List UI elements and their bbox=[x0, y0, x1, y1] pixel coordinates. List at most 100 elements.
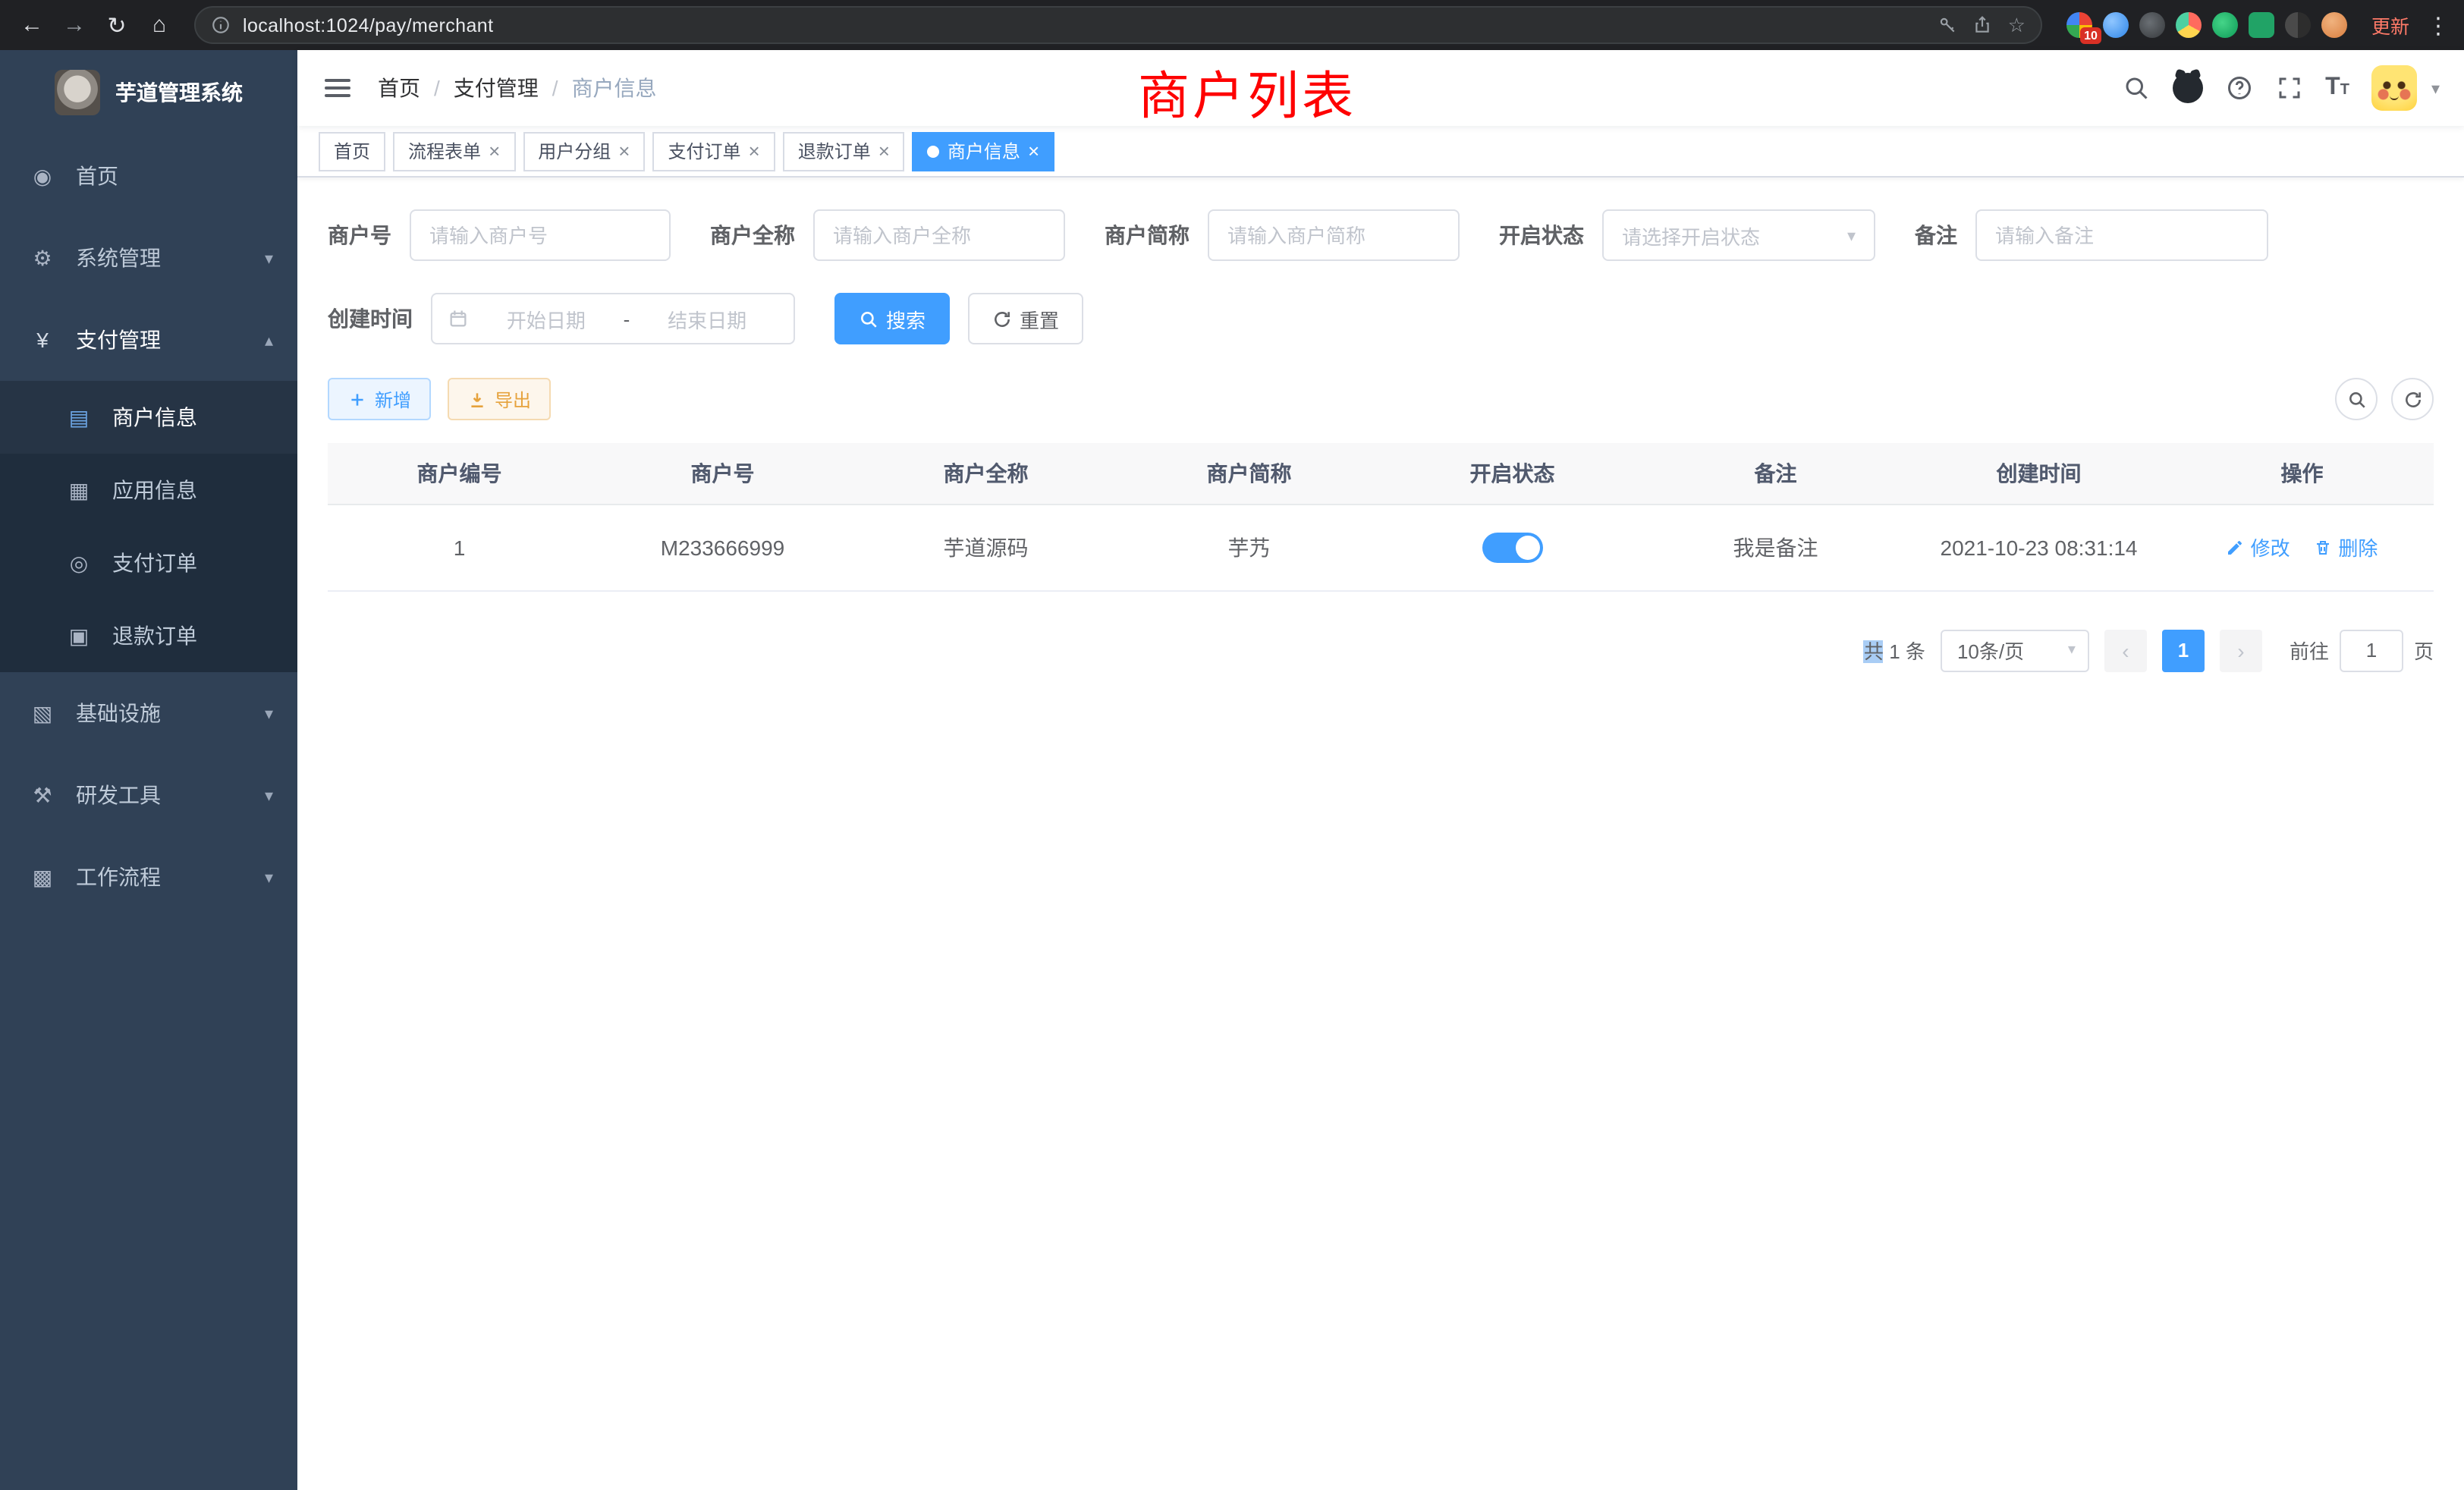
bookmark-star-icon[interactable]: ☆ bbox=[2008, 15, 2026, 35]
reset-button[interactable]: 重置 bbox=[968, 293, 1083, 344]
field-merchant-full-name: 商户全称 bbox=[710, 209, 1065, 261]
extension-icon-7[interactable] bbox=[2285, 12, 2311, 38]
share-icon[interactable] bbox=[1973, 15, 1993, 35]
cell-remark: 我是备注 bbox=[1644, 504, 1907, 590]
page-size-select[interactable]: 10条/页 ▾ bbox=[1941, 629, 2089, 671]
extension-icon-4[interactable] bbox=[2176, 12, 2202, 38]
status-switch[interactable] bbox=[1482, 532, 1543, 562]
browser-back-icon[interactable]: ← bbox=[12, 5, 52, 45]
sidebar-group-infra[interactable]: ▧ 基础设施 ▾ bbox=[0, 672, 297, 754]
toggle-search-button[interactable] bbox=[2335, 378, 2378, 420]
refresh-icon bbox=[992, 309, 1012, 328]
merchant-card-icon: ▤ bbox=[67, 404, 91, 430]
address-bar[interactable]: localhost:1024/pay/merchant ☆ bbox=[194, 6, 2042, 44]
tab-close-icon[interactable]: × bbox=[1028, 141, 1039, 161]
sidebar-item-home[interactable]: ◉ 首页 bbox=[0, 135, 297, 217]
browser-forward-icon[interactable]: → bbox=[55, 5, 94, 45]
tab-process-form[interactable]: 流程表单 × bbox=[393, 131, 515, 171]
end-date-placeholder[interactable]: 结束日期 bbox=[636, 304, 778, 333]
header-full-name: 商户全称 bbox=[854, 443, 1117, 504]
status-select[interactable]: 请选择开启状态 ▾ bbox=[1602, 209, 1875, 261]
tab-home[interactable]: 首页 bbox=[319, 131, 385, 171]
page-number-button[interactable]: 1 bbox=[2162, 629, 2205, 671]
extension-badge: 10 bbox=[2080, 27, 2101, 44]
extension-icon-5[interactable] bbox=[2212, 12, 2238, 38]
tab-pay-order[interactable]: 支付订单 × bbox=[652, 131, 775, 171]
sidebar-item-merchant-info[interactable]: ▤ 商户信息 bbox=[0, 381, 297, 454]
goto-suffix: 页 bbox=[2414, 636, 2434, 665]
tab-close-icon[interactable]: × bbox=[618, 141, 630, 161]
header-short-name: 商户简称 bbox=[1117, 443, 1381, 504]
cell-create-time: 2021-10-23 08:31:14 bbox=[1907, 504, 2170, 590]
status-label: 开启状态 bbox=[1499, 220, 1584, 250]
password-key-icon[interactable] bbox=[1938, 15, 1958, 35]
prev-page-button[interactable]: ‹ bbox=[2104, 629, 2147, 671]
github-icon[interactable] bbox=[2172, 73, 2202, 103]
breadcrumb-home[interactable]: 首页 bbox=[378, 73, 420, 103]
extension-icon-3[interactable] bbox=[2139, 12, 2165, 38]
hamburger-icon[interactable] bbox=[325, 79, 350, 97]
fullscreen-icon[interactable] bbox=[2275, 74, 2302, 102]
tab-close-icon[interactable]: × bbox=[489, 141, 500, 161]
filter-row-2: 创建时间 开始日期 - 结束日期 搜索 重置 bbox=[328, 293, 2434, 344]
breadcrumb: 首页 / 支付管理 / 商户信息 bbox=[378, 73, 657, 103]
sidebar-group-workflow[interactable]: ▩ 工作流程 ▾ bbox=[0, 836, 297, 918]
remark-input[interactable] bbox=[1975, 209, 2268, 261]
browser-update-button[interactable]: 更新 bbox=[2359, 6, 2422, 44]
field-status: 开启状态 请选择开启状态 ▾ bbox=[1499, 209, 1875, 261]
date-range-separator: - bbox=[624, 307, 630, 330]
sidebar-group-payment[interactable]: ¥ 支付管理 ▴ bbox=[0, 299, 297, 381]
chevron-down-icon: ▾ bbox=[2068, 642, 2076, 659]
tab-refund-order[interactable]: 退款订单 × bbox=[783, 131, 905, 171]
refresh-table-button[interactable] bbox=[2391, 378, 2434, 420]
browser-menu-icon[interactable]: ⋮ bbox=[2425, 11, 2452, 39]
font-size-icon[interactable]: TT bbox=[2325, 76, 2349, 100]
extension-icon-8[interactable] bbox=[2321, 12, 2347, 38]
top-navbar: 首页 / 支付管理 / 商户信息 TT ▾ bbox=[297, 50, 2464, 126]
browser-reload-icon[interactable]: ↻ bbox=[97, 5, 137, 45]
date-range-picker[interactable]: 开始日期 - 结束日期 bbox=[431, 293, 795, 344]
search-icon[interactable] bbox=[2122, 74, 2149, 102]
help-icon[interactable] bbox=[2225, 74, 2252, 102]
sidebar-group-devtools[interactable]: ⚒ 研发工具 ▾ bbox=[0, 754, 297, 836]
goto-page-input[interactable] bbox=[2340, 629, 2403, 671]
edit-link[interactable]: 修改 bbox=[2227, 533, 2290, 561]
app-logo[interactable]: 芋道管理系统 bbox=[0, 50, 297, 135]
merchant-full-name-input[interactable] bbox=[813, 209, 1065, 261]
tab-user-group[interactable]: 用户分组 × bbox=[523, 131, 645, 171]
tab-merchant-info[interactable]: 商户信息 × bbox=[913, 131, 1054, 171]
sidebar-item-refund-order[interactable]: ▣ 退款订单 bbox=[0, 599, 297, 672]
export-button[interactable]: 导出 bbox=[448, 378, 551, 420]
pagination-jump: 前往 页 bbox=[2290, 629, 2434, 671]
delete-link[interactable]: 删除 bbox=[2314, 533, 2378, 561]
pagination: 共 1 条 10条/页 ▾ ‹ 1 › 前往 页 bbox=[328, 629, 2434, 671]
browser-home-icon[interactable]: ⌂ bbox=[140, 5, 179, 45]
url-text[interactable]: localhost:1024/pay/merchant bbox=[243, 14, 1926, 36]
sidebar-item-pay-order[interactable]: ◎ 支付订单 bbox=[0, 527, 297, 599]
pay-order-icon: ◎ bbox=[67, 550, 91, 576]
refresh-icon bbox=[2403, 389, 2422, 409]
extension-icon-6[interactable] bbox=[2249, 12, 2274, 38]
merchant-short-name-input[interactable] bbox=[1208, 209, 1460, 261]
avatar-caret-icon[interactable]: ▾ bbox=[2431, 78, 2440, 98]
sidebar: 芋道管理系统 ◉ 首页 ⚙ 系统管理 ▾ ¥ 支付管理 ▴ bbox=[0, 50, 297, 1490]
site-info-icon[interactable] bbox=[211, 15, 231, 35]
merchant-no-input[interactable] bbox=[410, 209, 671, 261]
search-button[interactable]: 搜索 bbox=[834, 293, 950, 344]
add-button[interactable]: 新增 bbox=[328, 378, 431, 420]
chevron-up-icon: ▴ bbox=[265, 330, 273, 350]
user-avatar[interactable] bbox=[2372, 65, 2418, 111]
sidebar-group-system[interactable]: ⚙ 系统管理 ▾ bbox=[0, 217, 297, 299]
start-date-placeholder[interactable]: 开始日期 bbox=[475, 304, 618, 333]
tab-close-icon[interactable]: × bbox=[749, 141, 760, 161]
extension-icon-1[interactable]: 10 bbox=[2066, 12, 2092, 38]
next-page-button[interactable]: › bbox=[2220, 629, 2262, 671]
tab-close-icon[interactable]: × bbox=[878, 141, 890, 161]
sidebar-item-app-info[interactable]: ▦ 应用信息 bbox=[0, 454, 297, 527]
gear-icon: ⚙ bbox=[30, 245, 55, 271]
breadcrumb-current: 商户信息 bbox=[572, 73, 657, 103]
app-grid-icon: ▦ bbox=[67, 477, 91, 503]
breadcrumb-payment[interactable]: 支付管理 bbox=[454, 73, 539, 103]
extension-icon-2[interactable] bbox=[2103, 12, 2129, 38]
cell-actions: 修改 删除 bbox=[2170, 504, 2434, 590]
